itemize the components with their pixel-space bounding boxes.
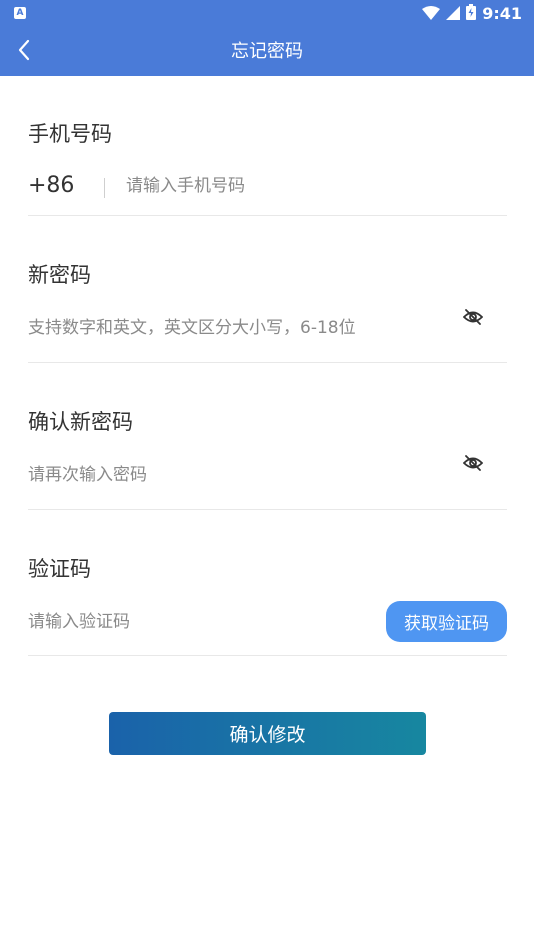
- divider: [28, 509, 507, 510]
- country-code[interactable]: +86: [28, 164, 74, 208]
- eye-off-icon[interactable]: [461, 451, 485, 475]
- eye-off-icon[interactable]: [461, 305, 485, 329]
- phone-label: 手机号码: [28, 122, 112, 146]
- new-password-field-row: [28, 306, 507, 350]
- status-time: 9:41: [482, 4, 522, 23]
- back-button[interactable]: [8, 36, 40, 68]
- signal-icon: [446, 5, 461, 24]
- divider: [28, 362, 507, 363]
- confirm-password-input[interactable]: [28, 453, 448, 497]
- notification-icon: A: [14, 7, 26, 19]
- verification-field-row: 获取验证码: [28, 600, 507, 644]
- divider: [28, 655, 507, 656]
- phone-input[interactable]: [126, 164, 496, 208]
- nav-bar: 忘记密码: [0, 28, 534, 76]
- field-separator: [104, 178, 105, 198]
- status-bar: A 9:41: [0, 0, 534, 28]
- verification-input[interactable]: [28, 600, 358, 644]
- confirm-change-button[interactable]: 确认修改: [109, 712, 426, 755]
- new-password-input[interactable]: [28, 306, 448, 350]
- battery-icon: [466, 4, 477, 24]
- verification-label: 验证码: [28, 557, 91, 581]
- new-password-label: 新密码: [28, 263, 91, 287]
- wifi-icon: [422, 5, 441, 24]
- confirm-password-field-row: [28, 453, 507, 497]
- phone-field-row: +86: [28, 164, 507, 208]
- confirm-password-label: 确认新密码: [28, 410, 133, 434]
- get-code-button[interactable]: 获取验证码: [386, 601, 507, 642]
- page-title: 忘记密码: [231, 41, 303, 62]
- divider: [28, 215, 507, 216]
- chevron-left-icon: [17, 39, 31, 65]
- status-icons: 9:41: [422, 4, 522, 24]
